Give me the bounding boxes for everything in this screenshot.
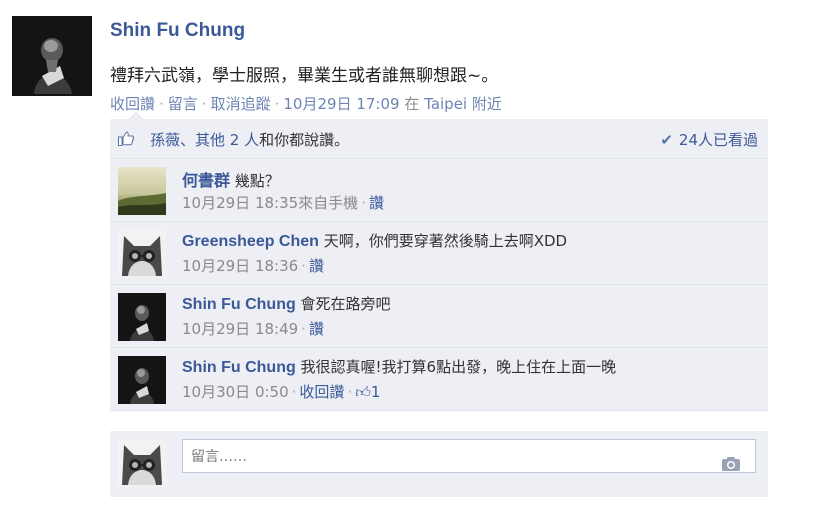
commenter-avatar[interactable] bbox=[118, 230, 166, 278]
commenter-avatar[interactable] bbox=[118, 167, 166, 215]
location-link[interactable]: Taipei 附近 bbox=[424, 95, 502, 113]
comment-text: 幾點？ bbox=[234, 172, 280, 190]
comment-item: Shin Fu Chung 我很認真喔!我打算6點出發，晚上住在上面一晚 10月… bbox=[110, 348, 768, 411]
thumbs-up-icon: 👍︎ bbox=[355, 383, 371, 401]
post-timestamp[interactable]: 10月29日 17:09 bbox=[283, 95, 399, 113]
seen-by[interactable]: ✔ 24人已看過 bbox=[660, 129, 758, 150]
comment-meta: 10月29日 18:49 · 讚 bbox=[182, 318, 324, 339]
comment-like-link[interactable]: 讚 bbox=[369, 194, 384, 212]
comment-author[interactable]: 何書群 bbox=[182, 173, 230, 190]
comment-text: 會死在路旁吧 bbox=[300, 295, 391, 313]
likes-summary: 孫薇、其他 2 人和你都說讚。 ✔ 24人已看過 bbox=[110, 119, 768, 159]
comment-item: 何書群 幾點？ 10月29日 18:35來自手機 · 讚 bbox=[110, 159, 768, 222]
separator-dot: · bbox=[201, 95, 207, 113]
comment-body: Shin Fu Chung 我很認真喔!我打算6點出發，晚上住在上面一晚 bbox=[182, 356, 616, 377]
comment-item: Shin Fu Chung 會死在路旁吧 10月29日 18:49 · 讚 bbox=[110, 285, 768, 348]
comment-time[interactable]: 10月30日 0:50 bbox=[182, 383, 289, 401]
likers-link[interactable]: 孫薇、其他 2 人 bbox=[150, 131, 259, 149]
comment-text: 天啊，你們要穿著然後騎上去啊XDD bbox=[323, 232, 568, 250]
unfollow-link[interactable]: 取消追蹤 bbox=[211, 95, 271, 113]
post-actions: 收回讚 · 留言 · 取消追蹤 · 10月29日 17:09 在 Taipei 附近 bbox=[110, 93, 502, 114]
comment-time[interactable]: 10月29日 18:35 bbox=[182, 194, 298, 212]
comment-placeholder: 留言…… bbox=[191, 449, 247, 465]
comment-text: 我很認真喔!我打算6點出發，晚上住在上面一晚 bbox=[300, 358, 617, 376]
comment-meta: 10月29日 18:36 · 讚 bbox=[182, 255, 324, 276]
comment-author[interactable]: Shin Fu Chung bbox=[182, 296, 296, 313]
check-icon: ✔ bbox=[660, 131, 673, 149]
author-name[interactable]: Shin Fu Chung bbox=[110, 20, 245, 42]
camera-icon[interactable] bbox=[721, 456, 741, 472]
comment-unlike-link[interactable]: 收回讚 bbox=[299, 383, 344, 401]
comment-input[interactable]: 留言…… bbox=[182, 439, 756, 473]
comment-author[interactable]: Shin Fu Chung bbox=[182, 359, 296, 376]
likes-suffix: 和你都說讚。 bbox=[259, 131, 350, 149]
comment-body: Greensheep Chen 天啊，你們要穿著然後騎上去啊XDD bbox=[182, 230, 567, 251]
viewer-avatar bbox=[118, 439, 166, 487]
separator-dot: · bbox=[274, 95, 280, 113]
separator-dot: · bbox=[347, 383, 353, 401]
comment-source: 來自手機 bbox=[298, 194, 359, 212]
post-text: 禮拜六武嶺，學士服照，畢業生或者誰無聊想跟~。 bbox=[110, 66, 499, 86]
comment-like-count[interactable]: 👍︎1 bbox=[355, 383, 380, 401]
commenter-avatar[interactable] bbox=[118, 356, 166, 404]
comment-item: Greensheep Chen 天啊，你們要穿著然後騎上去啊XDD 10月29日… bbox=[110, 222, 768, 285]
comment-author[interactable]: Greensheep Chen bbox=[182, 233, 319, 250]
likes-text: 孫薇、其他 2 人和你都說讚。 bbox=[150, 129, 349, 150]
comment-link[interactable]: 留言 bbox=[168, 95, 198, 113]
comment-composer: 留言…… bbox=[110, 431, 768, 497]
comment-meta: 10月30日 0:50 · 收回讚 · 👍︎1 bbox=[182, 381, 380, 402]
separator-dot: · bbox=[301, 257, 306, 275]
separator-dot: · bbox=[361, 194, 366, 212]
separator-dot: · bbox=[291, 383, 297, 401]
author-avatar[interactable] bbox=[12, 16, 92, 96]
commenter-avatar[interactable] bbox=[118, 293, 166, 341]
location-prefix: 在 bbox=[404, 95, 420, 113]
separator-dot: · bbox=[301, 320, 306, 338]
separator-dot: · bbox=[159, 95, 164, 113]
feed-story: Shin Fu Chung 禮拜六武嶺，學士服照，畢業生或者誰無聊想跟~。 收回… bbox=[0, 0, 833, 513]
feedback-panel: 孫薇、其他 2 人和你都說讚。 ✔ 24人已看過 何書群 幾點？ 10月29日 … bbox=[110, 112, 768, 497]
comment-time[interactable]: 10月29日 18:49 bbox=[182, 320, 298, 338]
thumbs-up-icon bbox=[118, 131, 134, 146]
comment-like-link[interactable]: 讚 bbox=[309, 320, 324, 338]
comment-body: 何書群 幾點？ bbox=[182, 167, 280, 191]
like-count: 1 bbox=[370, 383, 381, 401]
comment-time[interactable]: 10月29日 18:36 bbox=[182, 257, 298, 275]
unlike-link[interactable]: 收回讚 bbox=[110, 95, 155, 113]
seen-count: 24人已看過 bbox=[678, 131, 758, 149]
comment-like-link[interactable]: 讚 bbox=[309, 257, 324, 275]
comment-body: Shin Fu Chung 會死在路旁吧 bbox=[182, 293, 391, 314]
comment-meta: 10月29日 18:35來自手機 · 讚 bbox=[182, 192, 384, 213]
